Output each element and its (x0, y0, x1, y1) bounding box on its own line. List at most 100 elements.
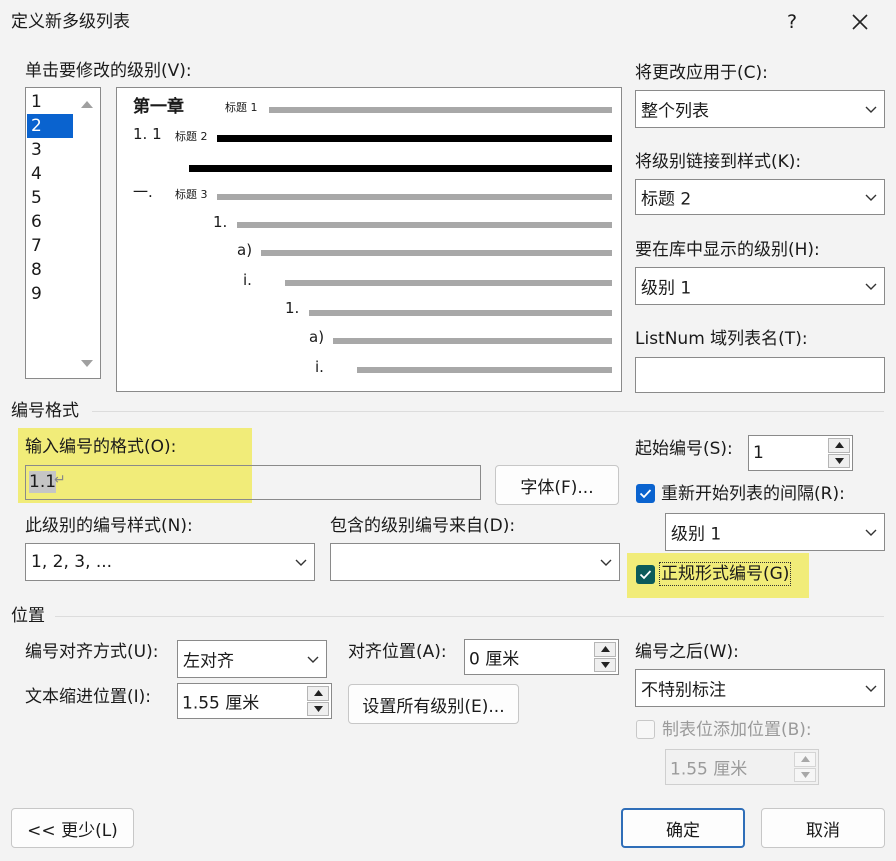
section-divider (92, 411, 884, 412)
link-style-select[interactable]: 标题 2 (635, 179, 885, 215)
follow-number-value: 不特别标注 (641, 680, 726, 701)
preview-bar (261, 250, 612, 256)
preview-bar (237, 222, 612, 228)
gallery-level-label: 要在库中显示的级别(H): (635, 240, 820, 260)
start-at-value: 1 (753, 443, 764, 463)
chevron-down-icon[interactable] (593, 544, 619, 580)
listnum-label: ListNum 域列表名(T): (635, 329, 808, 349)
restart-level-value: 级别 1 (671, 524, 722, 545)
spin-down-icon[interactable] (594, 657, 616, 672)
preview-number: 1. 1 (133, 125, 162, 143)
scroll-up-icon[interactable] (78, 96, 96, 110)
tab-stop-checkbox[interactable] (636, 720, 655, 739)
align-at-spinner[interactable]: 0 厘米 (464, 639, 619, 675)
gallery-level-select[interactable]: 级别 1 (635, 267, 885, 305)
spin-up-icon[interactable] (594, 642, 616, 657)
apply-to-select[interactable]: 整个列表 (635, 90, 885, 128)
close-icon[interactable] (846, 8, 874, 36)
preview-number: i. (243, 271, 252, 289)
preview-bar (357, 367, 612, 373)
align-label: 编号对齐方式(U): (25, 642, 159, 662)
chevron-down-icon[interactable] (858, 670, 884, 706)
set-all-levels-button[interactable]: 设置所有级别(E)... (348, 684, 519, 724)
start-at-spinner[interactable]: 1 (748, 435, 853, 471)
spin-down-icon[interactable] (307, 701, 329, 716)
align-at-label: 对齐位置(A): (348, 642, 447, 662)
ok-button[interactable]: 确定 (621, 808, 745, 848)
tab-stop-label: 制表位添加位置(B): (662, 720, 812, 740)
list-item[interactable]: 1 (27, 90, 73, 114)
preview-number: a) (237, 241, 253, 259)
preview-bar-selected (189, 165, 612, 172)
list-item[interactable]: 7 (27, 234, 73, 258)
legal-checkbox[interactable] (636, 565, 655, 584)
spin-up-icon[interactable] (307, 686, 329, 701)
level-list[interactable]: 1 2 3 4 5 6 7 8 9 (25, 87, 101, 379)
indent-spinner[interactable]: 1.55 厘米 (177, 683, 332, 719)
position-heading: 位置 (11, 606, 45, 626)
spin-down-icon[interactable] (828, 453, 850, 468)
list-item[interactable]: 3 (27, 138, 73, 162)
number-style-select[interactable]: 1, 2, 3, ... (25, 543, 315, 581)
question-icon[interactable]: ? (780, 8, 804, 36)
preview-style-tag: 标题 3 (175, 188, 208, 201)
chevron-down-icon[interactable] (858, 180, 884, 214)
apply-to-value: 整个列表 (641, 101, 709, 122)
restart-checkbox[interactable] (636, 484, 655, 503)
include-level-select[interactable] (330, 543, 620, 581)
align-select[interactable]: 左对齐 (177, 640, 327, 678)
align-at-value: 0 厘米 (469, 649, 520, 670)
chevron-down-icon[interactable] (288, 544, 314, 580)
format-value: 1.1 (29, 472, 57, 492)
section-divider (55, 616, 884, 617)
preview-number: a) (309, 328, 325, 346)
follow-number-label: 编号之后(W): (635, 642, 739, 662)
preview-style-tag: 标题 1 (225, 101, 258, 114)
chevron-down-icon[interactable] (858, 268, 884, 304)
preview-bar (269, 107, 612, 113)
preview-style-tag: 标题 2 (175, 130, 208, 143)
restart-level-select[interactable]: 级别 1 (665, 513, 885, 551)
spin-up-icon[interactable] (794, 752, 816, 767)
less-button[interactable]: << 更少(L) (11, 808, 134, 848)
preview-bar (309, 310, 612, 316)
list-item[interactable]: 4 (27, 162, 73, 186)
levels-label: 单击要修改的级别(V): (25, 61, 192, 81)
number-style-value: 1, 2, 3, ... (31, 552, 113, 572)
preview-number: i. (315, 358, 324, 376)
list-item[interactable]: 8 (27, 258, 73, 282)
list-item[interactable]: 6 (27, 210, 73, 234)
follow-number-select[interactable]: 不特别标注 (635, 669, 885, 707)
format-label: 输入编号的格式(O): (25, 437, 177, 457)
format-input[interactable]: 1.1 ↵ (25, 465, 481, 500)
font-button[interactable]: 字体(F)... (495, 465, 619, 505)
chevron-down-icon[interactable] (300, 641, 326, 677)
link-style-label: 将级别链接到样式(K): (635, 152, 802, 172)
list-item[interactable]: 5 (27, 186, 73, 210)
number-style-label: 此级别的编号样式(N): (25, 516, 193, 536)
legal-label[interactable]: 正规形式编号(G) (658, 562, 792, 586)
preview-bar (285, 280, 612, 286)
apply-to-label: 将更改应用于(C): (635, 63, 768, 83)
paragraph-mark-icon: ↵ (54, 472, 66, 488)
list-item[interactable]: 2 (27, 114, 73, 138)
preview-bar-selected (217, 135, 612, 142)
include-level-label: 包含的级别编号来自(D): (330, 516, 516, 536)
cancel-button[interactable]: 取消 (761, 808, 885, 848)
preview-bar (333, 338, 612, 344)
indent-value: 1.55 厘米 (182, 693, 260, 714)
window-title: 定义新多级列表 (11, 12, 130, 32)
scroll-down-icon[interactable] (78, 356, 96, 370)
preview-number: 1. (213, 213, 228, 231)
number-format-heading: 编号格式 (11, 401, 79, 421)
link-style-value: 标题 2 (641, 189, 692, 210)
list-item[interactable]: 9 (27, 282, 73, 306)
spin-up-icon[interactable] (828, 438, 850, 453)
listnum-input[interactable] (635, 357, 885, 393)
chevron-down-icon[interactable] (858, 91, 884, 127)
preview-number: 第一章 (133, 97, 184, 117)
tab-stop-spinner[interactable]: 1.55 厘米 (665, 749, 819, 785)
restart-label: 重新开始列表的间隔(R): (661, 484, 845, 504)
spin-down-icon[interactable] (794, 767, 816, 782)
chevron-down-icon[interactable] (858, 514, 884, 550)
